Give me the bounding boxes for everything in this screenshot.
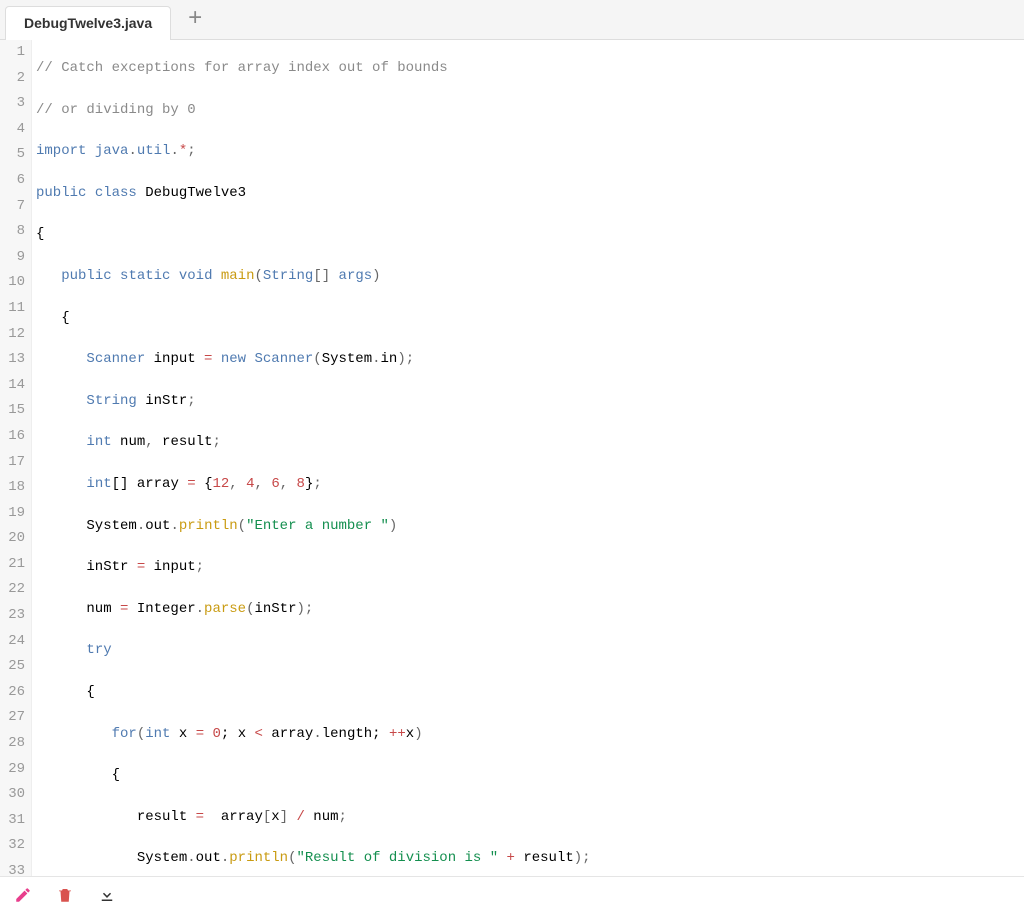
code-editor[interactable]: 123 456 789 101112 131415 161718 192021 … [0, 40, 1024, 876]
code-line: public class DebugTwelve3 [36, 181, 624, 207]
code-line: { [36, 306, 624, 332]
code-line: try [36, 638, 624, 664]
code-line: public static void main(String[] args) [36, 264, 624, 290]
tab-title: DebugTwelve3.java [24, 15, 152, 31]
code-line: { [36, 763, 624, 789]
code-line: num = Integer.parse(inStr); [36, 597, 624, 623]
code-line: Scanner input = new Scanner(System.in); [36, 347, 624, 373]
code-line: inStr = input; [36, 555, 624, 581]
code-line: result = array[x] / num; [36, 805, 624, 831]
code-line: import java.util.*; [36, 139, 624, 165]
code-line: { [36, 222, 624, 248]
bottom-toolbar [0, 876, 1024, 918]
code-line: for(int x = 0; x < array.length; ++x) [36, 722, 624, 748]
code-line: // Catch exceptions for array index out … [36, 56, 624, 82]
download-icon[interactable] [98, 886, 116, 909]
edit-icon[interactable] [14, 886, 32, 909]
code-line: System.out.println("Result of division i… [36, 846, 624, 872]
code-line: // or dividing by 0 [36, 98, 624, 124]
line-number-gutter: 123 456 789 101112 131415 161718 192021 … [0, 40, 32, 876]
code-content[interactable]: // Catch exceptions for array index out … [32, 40, 624, 876]
new-tab-button[interactable]: + [175, 3, 215, 37]
tab-bar: DebugTwelve3.java + [0, 0, 1024, 40]
code-line: String inStr; [36, 389, 624, 415]
delete-icon[interactable] [56, 886, 74, 909]
code-line: int num, result; [36, 430, 624, 456]
tab-active[interactable]: DebugTwelve3.java [5, 6, 171, 40]
code-line: System.out.println("Enter a number ") [36, 514, 624, 540]
code-line: int[] array = {12, 4, 6, 8}; [36, 472, 624, 498]
code-line: { [36, 680, 624, 706]
